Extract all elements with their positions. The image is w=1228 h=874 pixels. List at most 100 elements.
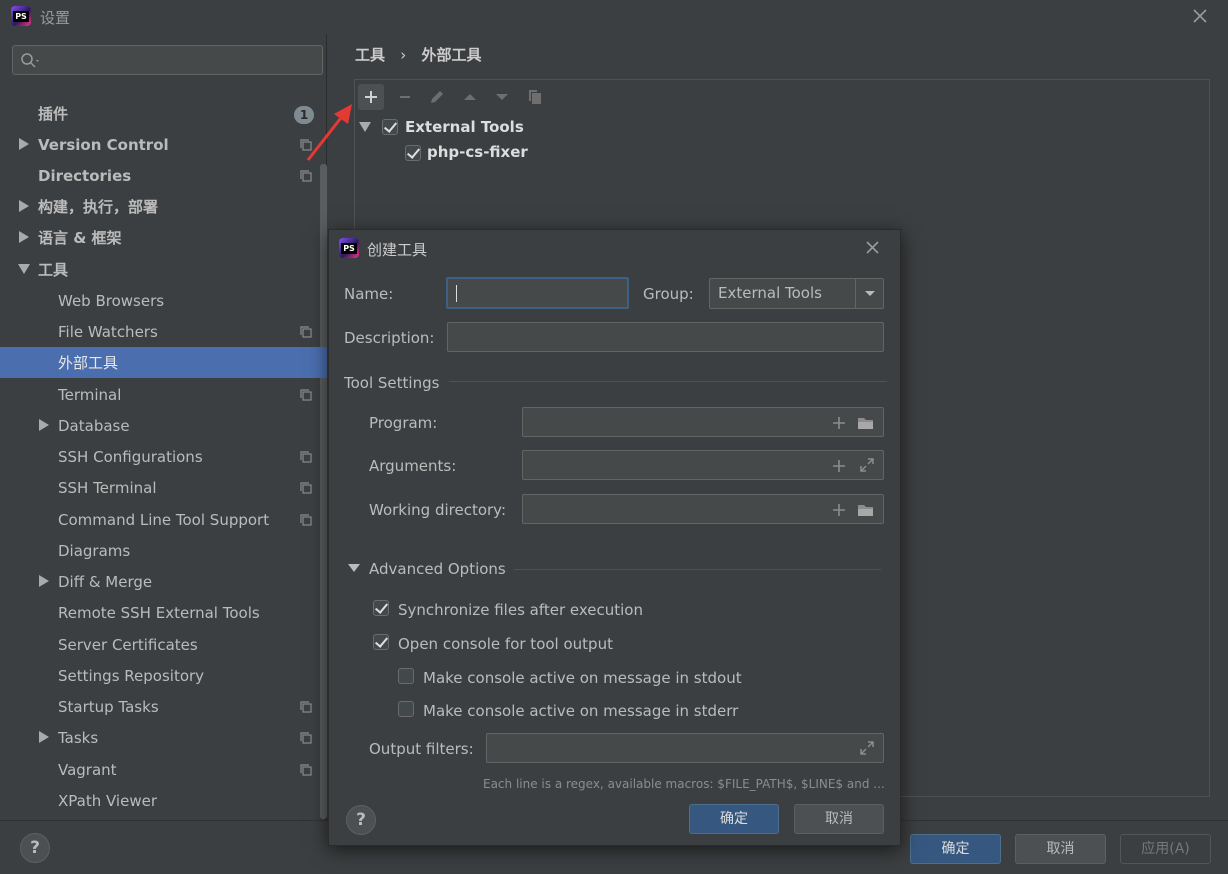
dialog-close-icon[interactable] [863, 238, 883, 258]
expand-icon [860, 741, 874, 755]
sidebar-item-label: Web Browsers [58, 291, 165, 310]
program-label: Program: [369, 414, 438, 432]
settings-search-input[interactable] [12, 45, 323, 75]
sidebar-item-tools[interactable]: 工具 [0, 254, 327, 285]
sidebar-item-version-control[interactable]: Version Control [0, 129, 327, 160]
sidebar-item-vagrant[interactable]: Vagrant [0, 754, 327, 785]
project-settings-icon [300, 514, 312, 526]
description-input[interactable] [447, 322, 884, 352]
sidebar-item-file-watchers[interactable]: File Watchers [0, 316, 327, 347]
pencil-icon [431, 91, 443, 103]
advanced-options-header[interactable]: Advanced Options [369, 560, 506, 578]
phpstorm-logo-icon: PS [339, 238, 359, 258]
program-input[interactable] [522, 407, 884, 437]
sidebar-item-external-tools[interactable]: 外部工具 [0, 347, 327, 378]
project-settings-icon [300, 170, 312, 182]
console-stdout-label[interactable]: Make console active on message in stdout [423, 669, 742, 687]
move-up-button[interactable] [457, 84, 483, 110]
expand-arrow-icon[interactable] [39, 419, 49, 431]
sidebar-item-label: Database [58, 416, 130, 435]
console-stdout-checkbox[interactable] [398, 668, 414, 684]
project-settings-icon [300, 732, 312, 744]
arguments-input[interactable] [522, 450, 884, 480]
sidebar-item-label: 工具 [38, 261, 69, 279]
sidebar-item-languages-frameworks[interactable]: 语言 & 框架 [0, 222, 327, 253]
move-down-button[interactable] [489, 84, 515, 110]
expand-arrow-icon[interactable] [39, 575, 49, 587]
sidebar-item-server-certificates[interactable]: Server Certificates [0, 629, 327, 660]
sidebar-item-label: 构建，执行，部署 [38, 198, 159, 216]
sidebar-item-ssh-terminal[interactable]: SSH Terminal [0, 472, 327, 503]
advanced-options-collapse-icon[interactable] [348, 564, 360, 572]
php-cs-fixer-checkbox[interactable] [405, 145, 421, 161]
edit-tool-button[interactable] [424, 84, 450, 110]
external-tools-group-checkbox[interactable] [382, 119, 398, 135]
sidebar-item-database[interactable]: Database [0, 410, 327, 441]
breadcrumb-current: 外部工具 [421, 46, 482, 64]
apply-button[interactable]: 应用(A) [1120, 834, 1211, 864]
sync-files-checkbox[interactable] [373, 600, 389, 616]
sidebar-item-label: Terminal [58, 385, 122, 404]
sidebar-item-diff-merge[interactable]: Diff & Merge [0, 566, 327, 597]
sidebar-item-startup-tasks[interactable]: Startup Tasks [0, 691, 327, 722]
window-close-icon[interactable] [1190, 6, 1210, 26]
external-tools-group-label[interactable]: External Tools [405, 118, 524, 136]
arrow-up-icon [464, 94, 476, 100]
project-settings-icon [300, 701, 312, 713]
title-bar: PS 设置 [0, 0, 1228, 34]
arguments-label: Arguments: [369, 457, 457, 475]
breadcrumb-root[interactable]: 工具 [355, 46, 385, 64]
expand-arrow-icon[interactable] [39, 731, 49, 743]
project-settings-icon [300, 482, 312, 494]
sidebar-item-terminal[interactable]: Terminal [0, 379, 327, 410]
sidebar-item-web-browsers[interactable]: Web Browsers [0, 285, 327, 316]
name-input[interactable] [446, 277, 629, 309]
sidebar-item-ssh-configurations[interactable]: SSH Configurations [0, 441, 327, 472]
dialog-ok-button[interactable]: 确定 [689, 804, 779, 834]
sidebar-item-xpath-viewer[interactable]: XPath Viewer [0, 785, 327, 816]
sidebar-item-label: 插件 [38, 105, 69, 123]
cancel-button[interactable]: 取消 [1015, 834, 1106, 864]
insert-macro-plus-icon [833, 417, 845, 429]
sidebar-item-build-execution-deployment[interactable]: 构建，执行，部署 [0, 191, 327, 222]
tool-settings-header: Tool Settings [344, 374, 440, 392]
expand-arrow-icon[interactable] [359, 122, 371, 132]
chevron-down-icon [865, 291, 875, 296]
sidebar-item-label: Version Control [38, 135, 169, 154]
output-filters-input[interactable] [486, 733, 884, 763]
dialog-title: 创建工具 [367, 241, 428, 259]
sidebar-item-remote-ssh-external-tools[interactable]: Remote SSH External Tools [0, 597, 327, 628]
group-select[interactable]: External Tools [709, 278, 884, 309]
collapse-arrow-icon[interactable] [18, 264, 30, 274]
copy-tool-button[interactable] [522, 84, 548, 110]
sidebar-item-diagrams[interactable]: Diagrams [0, 535, 327, 566]
dialog-cancel-button[interactable]: 取消 [794, 804, 884, 834]
open-console-label[interactable]: Open console for tool output [398, 635, 613, 653]
help-button[interactable]: ? [20, 833, 50, 863]
console-stderr-checkbox[interactable] [398, 701, 414, 717]
dialog-help-button[interactable]: ? [346, 805, 376, 835]
sidebar-item-tasks[interactable]: Tasks [0, 722, 327, 753]
sidebar-item-label: Directories [38, 166, 132, 185]
sidebar-item-directories[interactable]: Directories [0, 160, 327, 191]
add-tool-button[interactable] [358, 84, 384, 110]
sync-files-label[interactable]: Synchronize files after execution [398, 601, 643, 619]
expand-arrow-icon[interactable] [19, 231, 29, 243]
console-stderr-label[interactable]: Make console active on message in stderr [423, 702, 738, 720]
open-console-checkbox[interactable] [373, 634, 389, 650]
sidebar-item-label: Startup Tasks [58, 697, 159, 716]
group-label: Group: [643, 285, 694, 303]
working-directory-input[interactable] [522, 494, 884, 524]
php-cs-fixer-label[interactable]: php-cs-fixer [427, 143, 528, 161]
copy-icon [529, 90, 541, 104]
remove-tool-button[interactable] [392, 84, 418, 110]
expand-arrow-icon[interactable] [19, 200, 29, 212]
ok-button[interactable]: 确定 [910, 834, 1001, 864]
sidebar-item-label: Command Line Tool Support [58, 510, 270, 529]
window-title: 设置 [40, 9, 71, 27]
expand-arrow-icon[interactable] [19, 138, 29, 150]
insert-macro-plus-icon [833, 460, 845, 472]
sidebar-item-plugins[interactable]: 插件 [0, 98, 327, 129]
sidebar-item-settings-repository[interactable]: Settings Repository [0, 660, 327, 691]
sidebar-item-command-line-tool-support[interactable]: Command Line Tool Support [0, 504, 327, 535]
